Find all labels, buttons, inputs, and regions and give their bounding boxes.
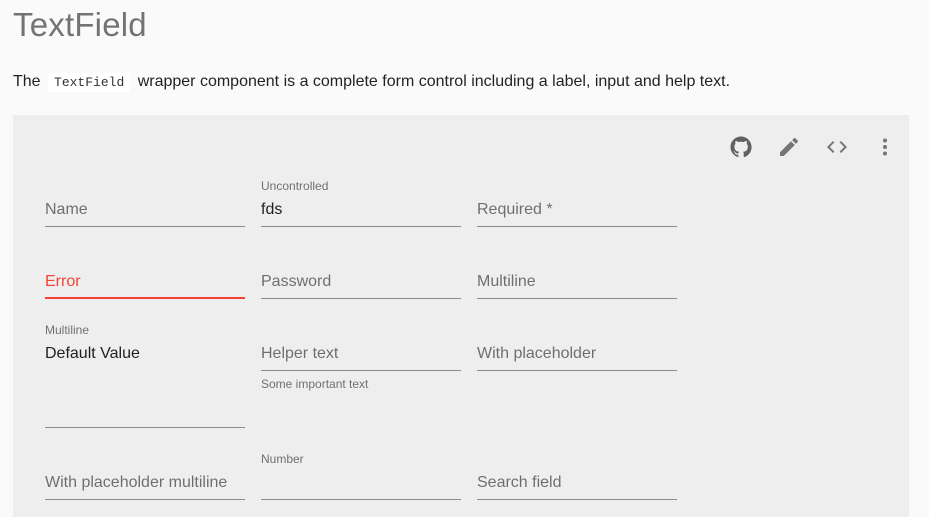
number-underline <box>261 499 461 500</box>
number-label: Number <box>261 452 304 466</box>
name-field[interactable]: Name <box>45 177 245 229</box>
uncontrolled-value[interactable]: fds <box>261 201 282 219</box>
with-placeholder-field[interactable]: With placeholder <box>477 321 677 373</box>
page-title: TextField <box>13 6 147 43</box>
github-button[interactable] <box>717 123 765 171</box>
error-field[interactable]: Error <box>45 249 245 301</box>
password-underline <box>261 298 461 299</box>
multiline-default-underline <box>45 427 245 428</box>
multiline-default-value[interactable]: Default Value <box>45 345 140 363</box>
intro-text-after: wrapper component is a complete form con… <box>137 73 731 90</box>
required-label: Required * <box>477 201 553 218</box>
number-field[interactable]: Number <box>261 450 461 502</box>
code-button[interactable] <box>813 123 861 171</box>
password-field[interactable]: Password <box>261 249 461 301</box>
helper-text-label: Helper text <box>261 345 339 362</box>
helper-text-underline <box>261 370 461 371</box>
search-label: Search field <box>477 474 562 491</box>
intro-text-before: The <box>13 73 41 90</box>
placeholder-multiline-field[interactable]: With placeholder multiline <box>45 450 245 502</box>
edit-icon <box>780 137 799 156</box>
name-label: Name <box>45 201 88 218</box>
with-placeholder-label: With placeholder <box>477 345 597 362</box>
intro-code: TextField <box>48 73 131 92</box>
uncontrolled-label: Uncontrolled <box>261 179 329 193</box>
search-underline <box>477 499 677 500</box>
password-label: Password <box>261 273 332 290</box>
code-icon <box>827 141 847 153</box>
edit-button[interactable] <box>765 123 813 171</box>
placeholder-multiline-underline <box>45 499 245 500</box>
required-field[interactable]: Required * <box>477 177 677 229</box>
multiline-default-field[interactable]: Multiline Default Value <box>45 321 245 431</box>
helper-text-field[interactable]: Helper text Some important text <box>261 321 461 401</box>
uncontrolled-underline <box>261 226 461 227</box>
more-vert-icon <box>883 138 887 156</box>
demo-toolbar <box>717 123 909 171</box>
uncontrolled-field[interactable]: Uncontrolled fds <box>261 177 461 229</box>
with-placeholder-underline <box>477 370 677 371</box>
multiline-default-label: Multiline <box>45 323 90 337</box>
helper-text-hint: Some important text <box>261 377 369 391</box>
name-underline <box>45 226 245 227</box>
error-label: Error <box>45 273 81 290</box>
placeholder-multiline-label: With placeholder multiline <box>45 474 228 491</box>
multiline-label: Multiline <box>477 273 536 290</box>
multiline-field[interactable]: Multiline <box>477 249 677 301</box>
search-field[interactable]: Search field <box>477 450 677 502</box>
demo-panel: Name Uncontrolled fds Required * Error P… <box>13 115 909 517</box>
multiline-underline <box>477 298 677 299</box>
required-underline <box>477 226 677 227</box>
github-icon <box>730 136 752 158</box>
intro-paragraph: The TextField wrapper component is a com… <box>13 73 731 92</box>
more-button[interactable] <box>861 123 909 171</box>
error-underline <box>45 297 245 299</box>
